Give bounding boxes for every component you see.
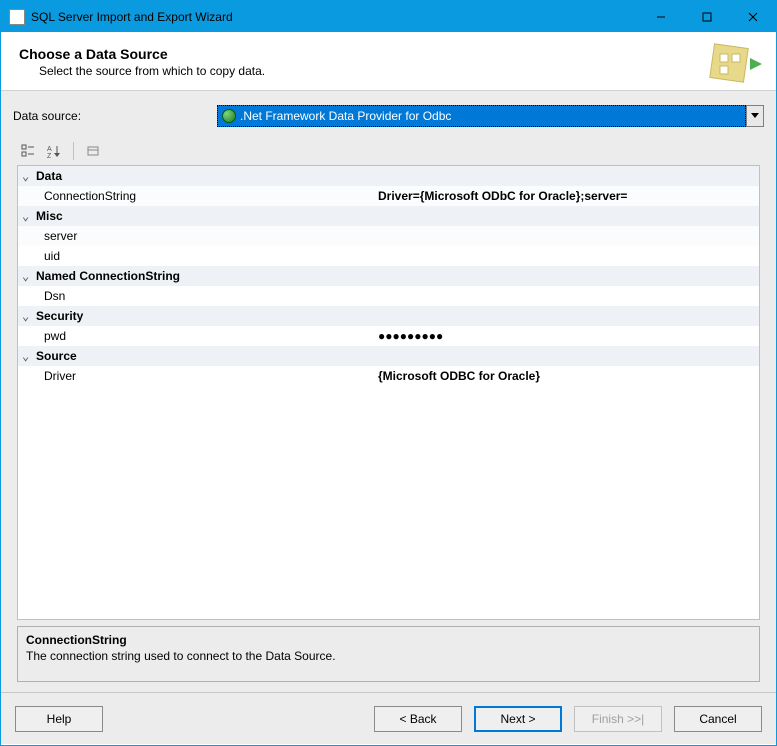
category-name: Misc	[36, 209, 63, 223]
minimize-button[interactable]	[638, 1, 684, 32]
wizard-icon	[706, 40, 762, 88]
window-title: SQL Server Import and Export Wizard	[31, 10, 638, 24]
property-name: server	[18, 229, 378, 243]
toolbar-separator	[73, 142, 74, 160]
datasource-combobox[interactable]: .Net Framework Data Provider for Odbc	[217, 105, 764, 127]
property-name: uid	[18, 249, 378, 263]
expander-icon[interactable]: ⌄	[22, 309, 36, 323]
category-name: Source	[36, 349, 77, 363]
property-description: ConnectionString The connection string u…	[17, 626, 760, 682]
property-row[interactable]: server	[18, 226, 759, 246]
category-name: Data	[36, 169, 62, 183]
next-button[interactable]: Next >	[474, 706, 562, 732]
property-value[interactable]: Driver={Microsoft ODbC for Oracle};serve…	[378, 189, 759, 203]
property-row[interactable]: Driver{Microsoft ODBC for Oracle}	[18, 366, 759, 386]
expander-icon[interactable]: ⌄	[22, 169, 36, 183]
property-value[interactable]: {Microsoft ODBC for Oracle}	[378, 369, 759, 383]
cancel-button[interactable]: Cancel	[674, 706, 762, 732]
close-button[interactable]	[730, 1, 776, 32]
property-pages-button[interactable]	[82, 141, 104, 161]
expander-icon[interactable]: ⌄	[22, 349, 36, 363]
property-grid[interactable]: ⌄DataConnectionStringDriver={Microsoft O…	[17, 165, 760, 620]
property-name: Dsn	[18, 289, 378, 303]
category-row[interactable]: ⌄Source	[18, 346, 759, 366]
wizard-buttons: Help < Back Next > Finish >>| Cancel	[1, 692, 776, 744]
category-name: Security	[36, 309, 83, 323]
datasource-selected: .Net Framework Data Provider for Odbc	[240, 109, 451, 123]
titlebar: SQL Server Import and Export Wizard	[1, 1, 776, 32]
svg-text:A: A	[47, 146, 52, 153]
svg-text:Z: Z	[47, 153, 52, 158]
expander-icon[interactable]: ⌄	[22, 269, 36, 283]
combobox-dropdown-button[interactable]	[746, 105, 764, 127]
propertygrid-toolbar: AZ	[17, 141, 764, 161]
property-row[interactable]: uid	[18, 246, 759, 266]
expander-icon[interactable]: ⌄	[22, 209, 36, 223]
category-row[interactable]: ⌄Named ConnectionString	[18, 266, 759, 286]
property-name: pwd	[18, 329, 378, 343]
property-row[interactable]: Dsn	[18, 286, 759, 306]
property-row[interactable]: pwd●●●●●●●●●	[18, 326, 759, 346]
main-panel: Data source: .Net Framework Data Provide…	[1, 91, 776, 692]
property-value[interactable]: ●●●●●●●●●	[378, 329, 759, 343]
category-row[interactable]: ⌄Data	[18, 166, 759, 186]
help-button[interactable]: Help	[15, 706, 103, 732]
wizard-header: Choose a Data Source Select the source f…	[1, 32, 776, 91]
datasource-label: Data source:	[13, 109, 217, 123]
property-name: ConnectionString	[18, 189, 378, 203]
back-button[interactable]: < Back	[374, 706, 462, 732]
page-subtitle: Select the source from which to copy dat…	[39, 64, 265, 78]
app-icon	[9, 9, 25, 25]
category-row[interactable]: ⌄Misc	[18, 206, 759, 226]
property-name: Driver	[18, 369, 378, 383]
description-title: ConnectionString	[26, 633, 751, 647]
category-row[interactable]: ⌄Security	[18, 306, 759, 326]
globe-icon	[222, 109, 236, 123]
categorized-button[interactable]	[17, 141, 39, 161]
page-title: Choose a Data Source	[19, 46, 265, 62]
property-row[interactable]: ConnectionStringDriver={Microsoft ODbC f…	[18, 186, 759, 206]
category-name: Named ConnectionString	[36, 269, 180, 283]
maximize-button[interactable]	[684, 1, 730, 32]
finish-button[interactable]: Finish >>|	[574, 706, 662, 732]
description-text: The connection string used to connect to…	[26, 649, 751, 663]
alphabetical-button[interactable]: AZ	[43, 141, 65, 161]
